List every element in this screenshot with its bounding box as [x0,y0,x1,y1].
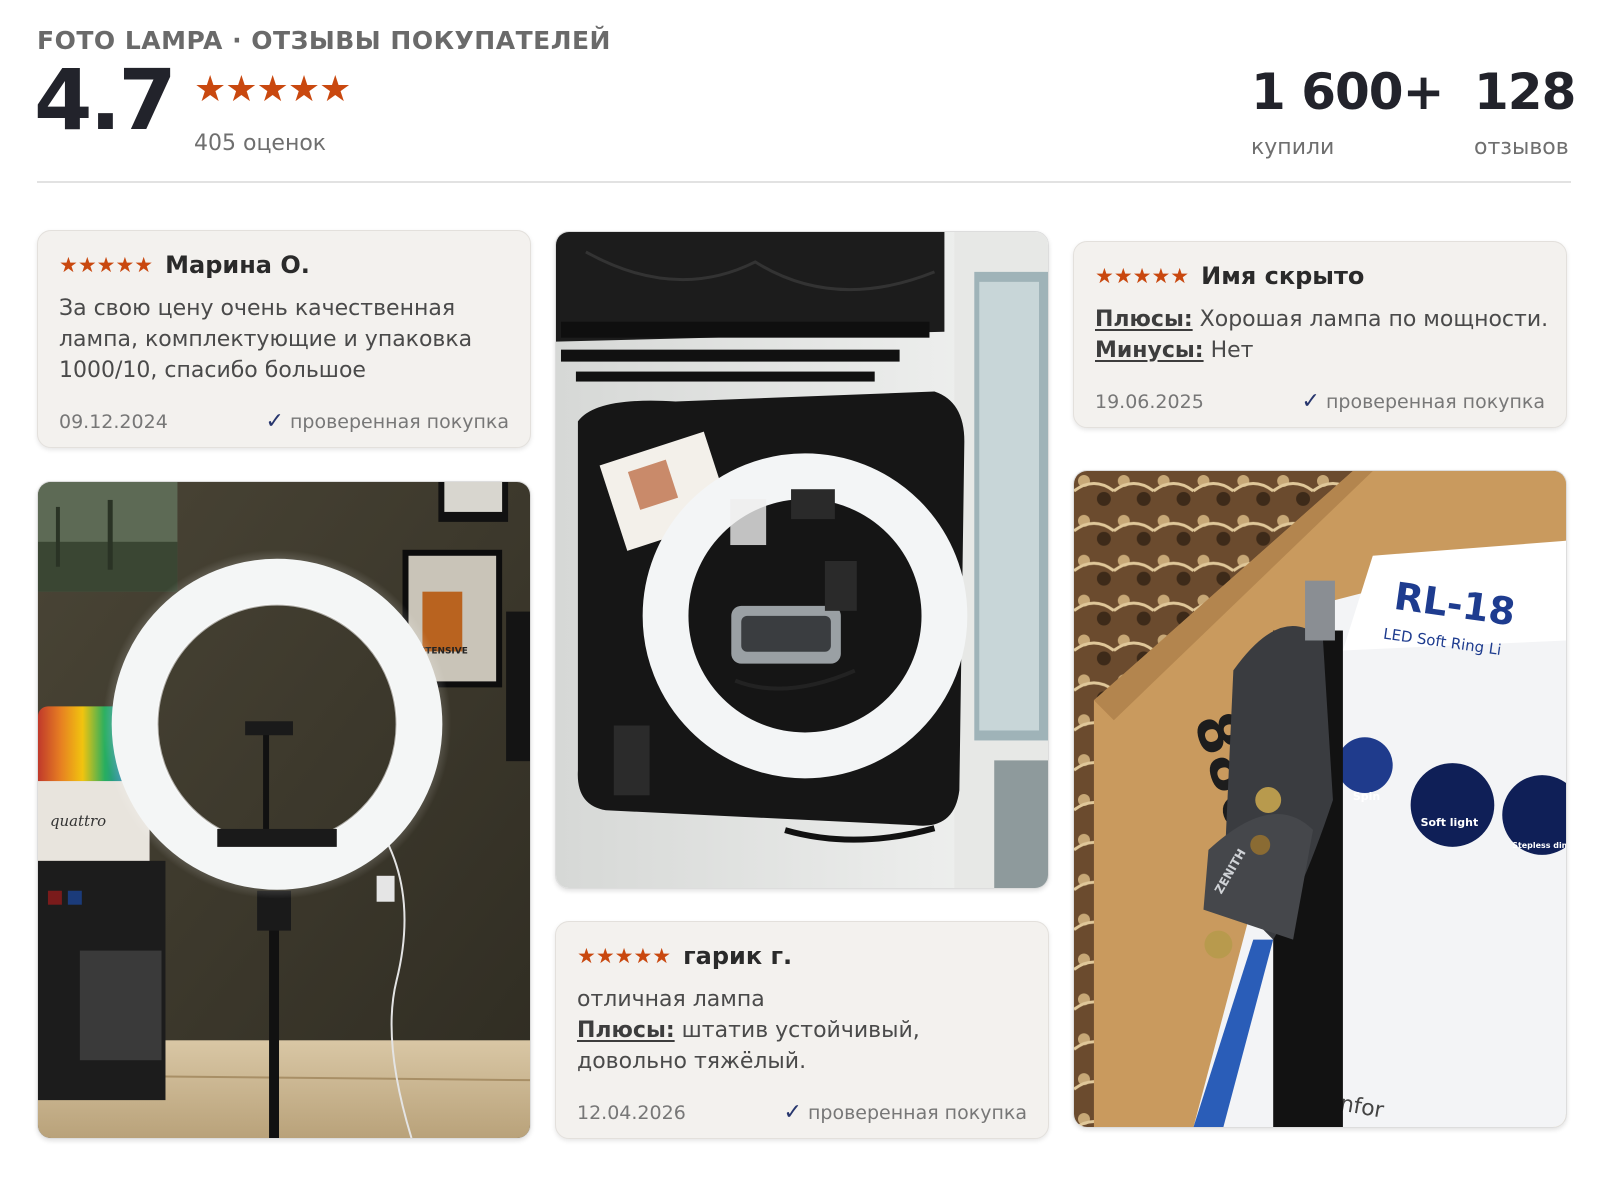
review-text: отличная лампа Плюсы: штатив устойчивый,… [577,984,1032,1077]
pros-label: Плюсы: [577,1018,675,1043]
review-date: 09.12.2024 [59,411,168,433]
unboxed-kit-image [556,232,1048,888]
rating-count: 405 оценок [194,131,327,156]
review-head: ★★★★★ Марина О. [59,251,310,279]
average-rating: 4.7 [34,51,177,149]
review-author: Марина О. [165,251,310,279]
verified-label: проверенная покупка [1325,391,1545,413]
reviews-page: FOTO LAMPA · ОТЗЫВЫ ПОКУПАТЕЛЕЙ 4.7 ★★★★… [0,0,1600,1200]
verified-badge: ✓ проверенная покупка [265,409,509,434]
review-main-text: отличная лампа [577,987,765,1012]
check-icon: ✓ [783,1100,802,1125]
review-photo-ring-lamp-room[interactable]: INTENSIVE quattro [37,481,531,1139]
stat-reviews-label: отзывов [1474,135,1569,160]
cons-label: Минусы: [1095,338,1204,363]
box-feature-dimming: Stepless dimming [1512,841,1566,850]
stat-reviews-value: 128 [1474,63,1576,121]
bag-text: quattro [50,812,106,830]
review-stars: ★★★★★ [59,252,154,277]
pros-text: Хорошая лампа по мощности. [1199,307,1549,332]
review-card-marina[interactable]: ★★★★★ Марина О. За свою цену очень качес… [37,230,531,448]
header-divider [37,181,1571,183]
cons-text: Нет [1210,338,1254,363]
review-footer: 19.06.2025 ✓ проверенная покупка [1095,389,1545,414]
review-photo-unboxed-kit[interactable] [555,231,1049,889]
rating-stars: ★★★★★ [194,69,351,110]
review-cons-line: Минусы: Нет [1095,335,1550,366]
review-head: ★★★★★ гарик г. [577,942,792,970]
check-icon: ✓ [1301,389,1320,414]
review-date: 12.04.2026 [577,1102,686,1124]
review-text: За свою цену очень качественная лампа, к… [59,296,473,383]
box-feature-spin: Spin [1353,790,1380,803]
review-author: Имя скрыто [1201,262,1365,290]
stat-bought: 1 600+ купили [1251,63,1444,160]
verified-label: проверенная покупка [807,1102,1027,1124]
review-card-hidden-name[interactable]: ★★★★★ Имя скрыто Плюсы: Хорошая лампа по… [1073,241,1567,428]
box-feature-soft-light: Soft light [1421,816,1479,829]
review-card-garik[interactable]: ★★★★★ гарик г. отличная лампа Плюсы: шта… [555,921,1049,1139]
pros-label: Плюсы: [1095,307,1193,332]
verified-label: проверенная покупка [289,411,509,433]
stat-bought-value: 1 600+ [1251,63,1444,121]
review-stars: ★★★★★ [1095,263,1190,288]
box-clamp-image: 8806 LIGHT RL-18 LED Soft Ring Li Spin S… [1074,471,1566,1127]
review-pros-line: Плюсы: штатив устойчивый, довольно тяжёл… [577,1015,1032,1077]
review-footer: 09.12.2024 ✓ проверенная покупка [59,409,509,434]
review-head: ★★★★★ Имя скрыто [1095,262,1364,290]
stat-reviews: 128 отзывов [1474,63,1576,160]
review-text: Плюсы: Хорошая лампа по мощности. Минусы… [1095,304,1550,366]
review-author: гарик г. [683,942,793,970]
review-photo-box-clamp[interactable]: 8806 LIGHT RL-18 LED Soft Ring Li Spin S… [1073,470,1567,1128]
review-stars: ★★★★★ [577,943,672,968]
review-date: 19.06.2025 [1095,391,1204,413]
review-footer: 12.04.2026 ✓ проверенная покупка [577,1100,1027,1125]
verified-badge: ✓ проверенная покупка [1301,389,1545,414]
verified-badge: ✓ проверенная покупка [783,1100,1027,1125]
ring-lamp-room-image: INTENSIVE quattro [38,482,530,1138]
review-pros-line: Плюсы: Хорошая лампа по мощности. [1095,304,1550,335]
check-icon: ✓ [265,409,284,434]
stat-bought-label: купили [1251,135,1335,160]
